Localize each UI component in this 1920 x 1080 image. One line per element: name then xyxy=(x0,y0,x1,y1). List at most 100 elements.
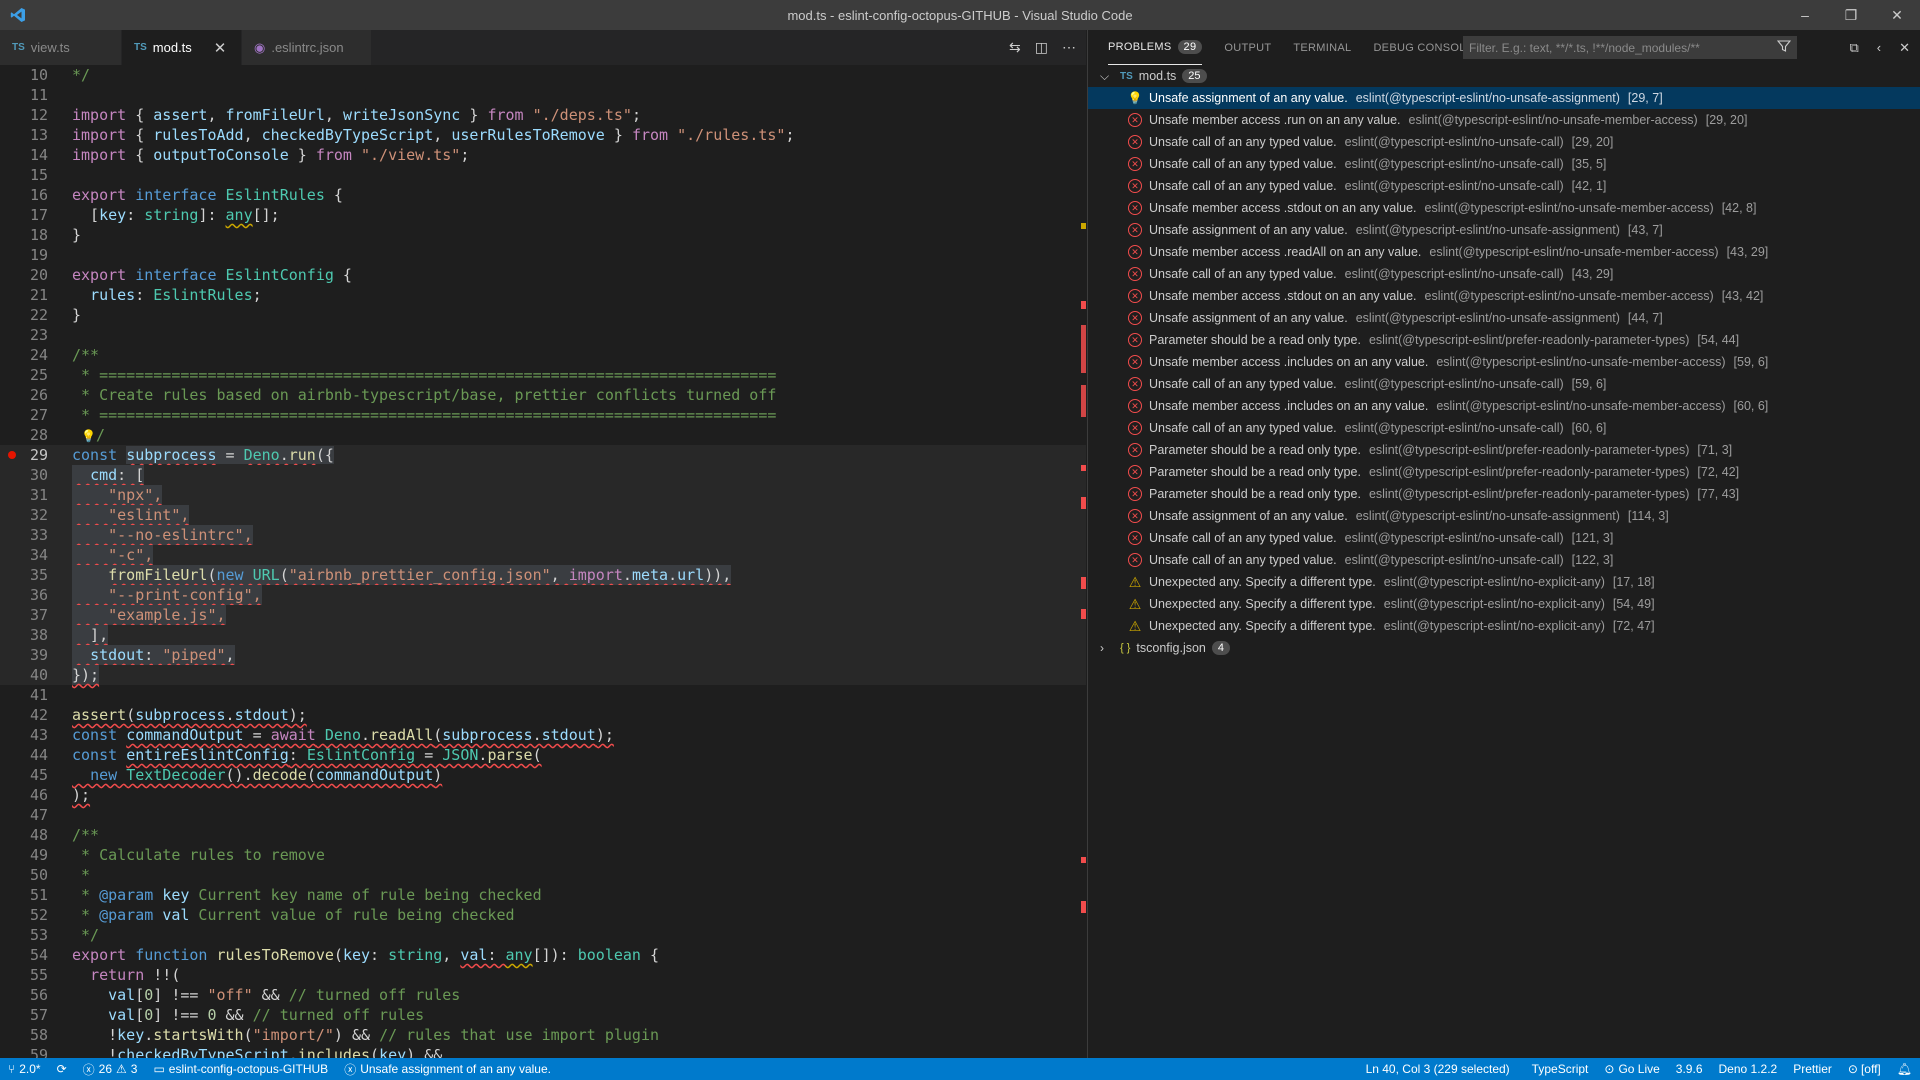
line-number: 32 xyxy=(29,506,48,524)
chevron-left-icon[interactable]: ‹ xyxy=(1877,40,1881,55)
warning-count: 3 xyxy=(130,1062,138,1076)
collapse-all-icon[interactable]: ⧉ xyxy=(1849,40,1858,56)
code-line: 23 xyxy=(0,325,1086,345)
problem-item[interactable]: ✕ Unsafe call of an any typed value. eslin… xyxy=(1088,263,1920,285)
open-changes-icon[interactable]: ⇆ xyxy=(1009,39,1021,56)
code-line: 25 * ===================================… xyxy=(0,365,1086,385)
problem-position: [17, 18] xyxy=(1612,575,1655,589)
workspace-folder-item[interactable]: ▭ eslint-config-octopus-GITHUB xyxy=(145,1058,336,1080)
language-mode[interactable]: TypeScript xyxy=(1524,1058,1597,1080)
typescript-version[interactable]: 3.9.6 xyxy=(1668,1058,1711,1080)
problem-item[interactable]: ✕ Unsafe assignment of an any value. eslin… xyxy=(1088,219,1920,241)
line-number: 41 xyxy=(29,686,48,704)
tab-mod-ts[interactable]: TS mod.ts ✕ xyxy=(122,30,242,65)
overview-ruler[interactable] xyxy=(1081,65,1086,1058)
problem-item[interactable]: 💡 Unsafe assignment of an any value. eslin… xyxy=(1088,87,1920,109)
problem-item[interactable]: ✕ Parameter should be a read only type. es… xyxy=(1088,439,1920,461)
problem-item[interactable]: ✕ Unsafe call of an any typed value. eslin… xyxy=(1088,153,1920,175)
problem-item[interactable]: ⚠ Unexpected any. Specify a different typ… xyxy=(1088,571,1920,593)
breakpoint-icon[interactable] xyxy=(8,451,16,459)
close-panel-icon[interactable]: ✕ xyxy=(1899,40,1910,56)
line-number: 50 xyxy=(29,866,48,884)
file-group-mod-ts[interactable]: ⌵ TS mod.ts 25 xyxy=(1088,65,1920,87)
close-tab-icon[interactable]: ✕ xyxy=(214,39,227,57)
cursor-position[interactable]: Ln 40, Col 3 (229 selected) xyxy=(1358,1058,1518,1080)
deno-version[interactable]: Deno 1.2.2 xyxy=(1711,1058,1786,1080)
problem-item[interactable]: ⚠ Unexpected any. Specify a different typ… xyxy=(1088,593,1920,615)
lightbulb-icon[interactable]: 💡 xyxy=(81,429,96,443)
problem-message: Unsafe assignment of an any value. xyxy=(1149,91,1348,105)
split-editor-icon[interactable]: ◫ xyxy=(1035,39,1048,56)
minimize-button[interactable]: – xyxy=(1782,0,1828,30)
problems-summary[interactable]: ⓧ 26 ⚠ 3 xyxy=(75,1058,146,1080)
code-text: const entireEslintConfig: EslintConfig =… xyxy=(72,746,542,764)
live-share-item[interactable]: ⊙ [off] xyxy=(1840,1058,1889,1080)
problem-item[interactable]: ✕ Unsafe assignment of an any value. eslin… xyxy=(1088,307,1920,329)
tab-problems[interactable]: PROBLEMS 29 xyxy=(1108,30,1203,65)
problem-item[interactable]: ✕ Unsafe member access .stdout on an any … xyxy=(1088,197,1920,219)
tab-terminal[interactable]: TERMINAL xyxy=(1293,30,1351,65)
file-name: mod.ts xyxy=(1138,69,1177,83)
tab-eslintrc-json[interactable]: ◉ .eslintrc.json xyxy=(242,30,372,65)
code-line: 30 cmd: [ xyxy=(0,465,1086,485)
line-number: 31 xyxy=(29,486,48,504)
vscode-logo-icon[interactable] xyxy=(0,0,35,30)
typescript-file-icon: TS xyxy=(134,42,147,53)
problem-position: [60, 6] xyxy=(1571,421,1607,435)
code-editor[interactable]: 10 */ 11 12 import { assert, fromFileUrl, … xyxy=(0,65,1086,1058)
go-live-button[interactable]: ⊙ Go Live xyxy=(1596,1058,1667,1080)
problem-source: eslint(@typescript-eslint/no-unsafe-call… xyxy=(1344,179,1564,193)
problem-message: Unsafe assignment of an any value. xyxy=(1149,223,1348,237)
tab-view-ts[interactable]: TS view.ts xyxy=(0,30,122,65)
problem-item[interactable]: ✕ Parameter should be a read only type. es… xyxy=(1088,461,1920,483)
tab-debug-console[interactable]: DEBUG CONSOLE xyxy=(1373,30,1473,65)
problem-item[interactable]: ✕ Parameter should be a read only type. es… xyxy=(1088,483,1920,505)
problem-item[interactable]: ✕ Parameter should be a read only type. es… xyxy=(1088,329,1920,351)
line-number: 22 xyxy=(29,306,48,324)
problem-item[interactable]: ✕ Unsafe call of an any typed value. eslin… xyxy=(1088,417,1920,439)
problem-item[interactable]: ✕ Unsafe member access .includes on an an… xyxy=(1088,395,1920,417)
problem-item[interactable]: ✕ Unsafe call of an any typed value. eslin… xyxy=(1088,373,1920,395)
line-number: 30 xyxy=(29,466,48,484)
more-actions-icon[interactable]: ⋯ xyxy=(1062,39,1076,56)
problem-item[interactable]: ✕ Unsafe call of an any typed value. eslin… xyxy=(1088,549,1920,571)
code-line: 35 fromFileUrl(new URL("airbnb_prettier_… xyxy=(0,565,1086,585)
error-icon: ✕ xyxy=(1128,509,1142,523)
problem-item[interactable]: ✕ Unsafe call of an any typed value. eslin… xyxy=(1088,175,1920,197)
problem-item[interactable]: ✕ Unsafe assignment of an any value. eslin… xyxy=(1088,505,1920,527)
problem-item[interactable]: ✕ Unsafe member access .includes on an an… xyxy=(1088,351,1920,373)
close-window-button[interactable]: ✕ xyxy=(1874,0,1920,30)
problem-message: Parameter should be a read only type. xyxy=(1149,333,1361,347)
problem-position: [72, 47] xyxy=(1612,619,1655,633)
git-branch-item[interactable]: ⑂ 2.0* xyxy=(0,1058,49,1080)
line-number: 35 xyxy=(29,566,48,584)
code-line: 33 "--no-eslintrc", xyxy=(0,525,1086,545)
prettier-item[interactable]: Prettier xyxy=(1785,1058,1840,1080)
notifications-bell-icon[interactable]: 🔔︎ xyxy=(1889,1058,1920,1080)
code-line: 27 * ===================================… xyxy=(0,405,1086,425)
chevron-down-icon[interactable]: ⌵ xyxy=(1100,69,1116,84)
problem-item[interactable]: ✕ Unsafe member access .run on an any val… xyxy=(1088,109,1920,131)
line-number: 10 xyxy=(29,66,48,84)
code-line: 10 */ xyxy=(0,65,1086,85)
problem-message: Parameter should be a read only type. xyxy=(1149,487,1361,501)
problems-filter-input[interactable]: Filter. E.g.: text, **/*.ts, !**/node_mo… xyxy=(1463,36,1797,59)
problem-message: Unexpected any. Specify a different type… xyxy=(1149,619,1376,633)
chevron-right-icon[interactable]: › xyxy=(1100,641,1116,655)
restore-button[interactable]: ❐ xyxy=(1828,0,1874,30)
line-number: 48 xyxy=(29,826,48,844)
problem-item[interactable]: ⚠ Unexpected any. Specify a different typ… xyxy=(1088,615,1920,637)
problem-position: [121, 3] xyxy=(1571,531,1614,545)
problem-position: [43, 29] xyxy=(1571,267,1614,281)
filter-icon[interactable] xyxy=(1776,39,1792,56)
current-problem-item[interactable]: ⓧ Unsafe assignment of an any value. xyxy=(336,1058,559,1080)
problem-item[interactable]: ✕ Unsafe call of an any typed value. eslin… xyxy=(1088,527,1920,549)
sync-button[interactable]: ⟳ xyxy=(49,1058,75,1080)
problem-item[interactable]: ✕ Unsafe member access .stdout on an any … xyxy=(1088,285,1920,307)
file-group-tsconfig-json[interactable]: › { } tsconfig.json 4 xyxy=(1088,637,1920,659)
problem-item[interactable]: ✕ Unsafe member access .readAll on an any… xyxy=(1088,241,1920,263)
line-number: 54 xyxy=(29,946,48,964)
line-number: 28 xyxy=(29,426,48,444)
tab-output[interactable]: OUTPUT xyxy=(1224,30,1271,65)
problem-item[interactable]: ✕ Unsafe call of an any typed value. eslin… xyxy=(1088,131,1920,153)
